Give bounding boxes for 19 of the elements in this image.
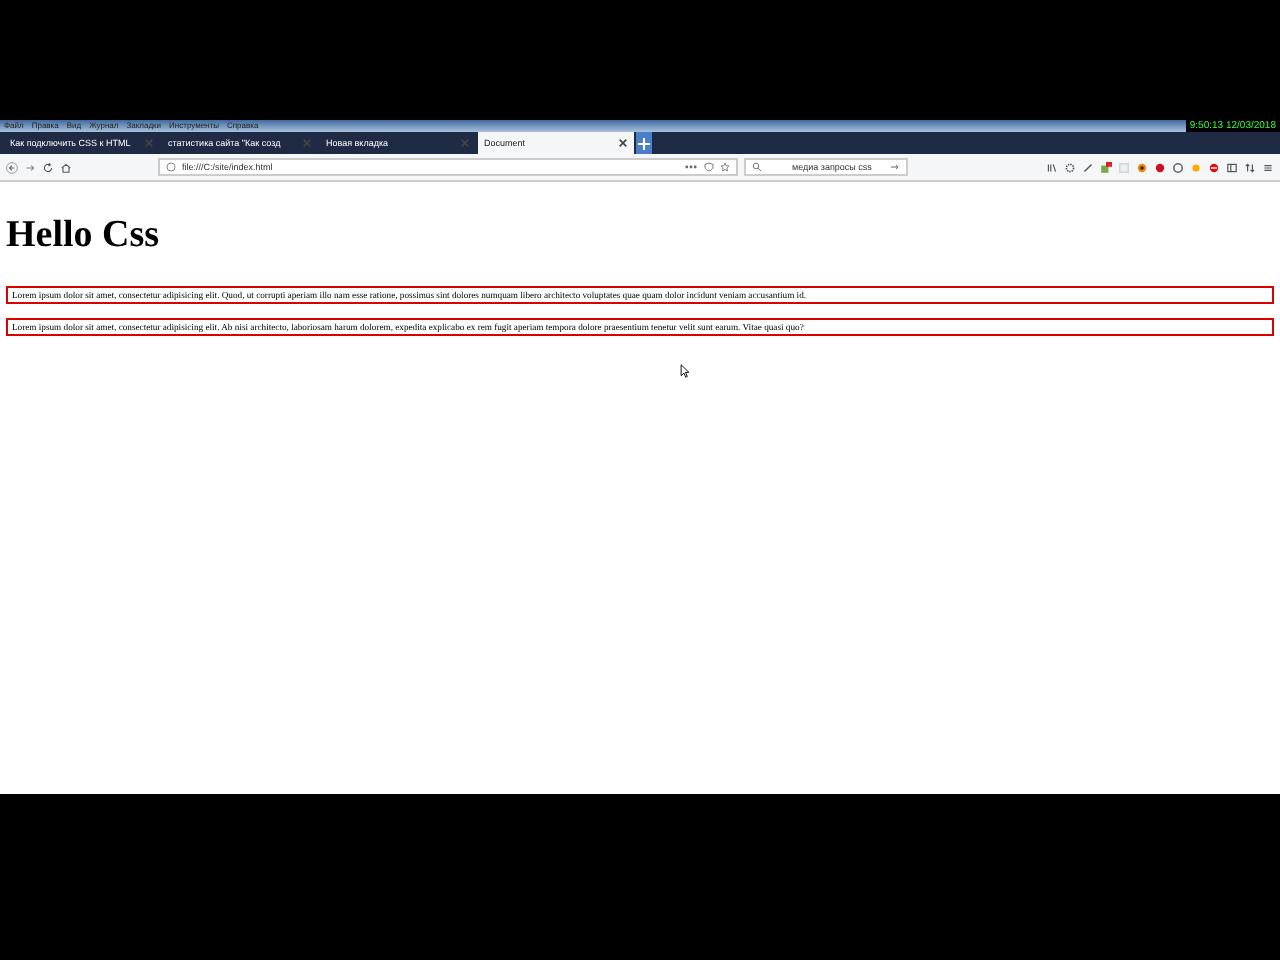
more-icon[interactable] xyxy=(684,164,698,170)
arrow-icon[interactable] xyxy=(890,162,900,172)
home-icon[interactable] xyxy=(60,161,72,173)
mouse-cursor-icon xyxy=(680,364,690,378)
close-icon[interactable] xyxy=(618,138,628,148)
back-icon[interactable] xyxy=(6,161,18,173)
pen-icon[interactable] xyxy=(1082,161,1094,173)
sidebar-icon[interactable] xyxy=(1226,161,1238,173)
reload-icon[interactable] xyxy=(42,161,54,173)
library-icon[interactable] xyxy=(1046,161,1058,173)
star-icon[interactable] xyxy=(720,162,730,172)
sync-icon[interactable] xyxy=(1244,161,1256,173)
info-icon[interactable] xyxy=(166,162,176,172)
page-heading: Hello Css xyxy=(6,214,162,258)
gear-icon[interactable] xyxy=(1064,161,1076,173)
shield-icon[interactable] xyxy=(704,162,714,172)
menu-icon[interactable] xyxy=(1262,161,1274,173)
new-tab-icon[interactable] xyxy=(636,132,652,154)
search-icon xyxy=(752,162,762,172)
